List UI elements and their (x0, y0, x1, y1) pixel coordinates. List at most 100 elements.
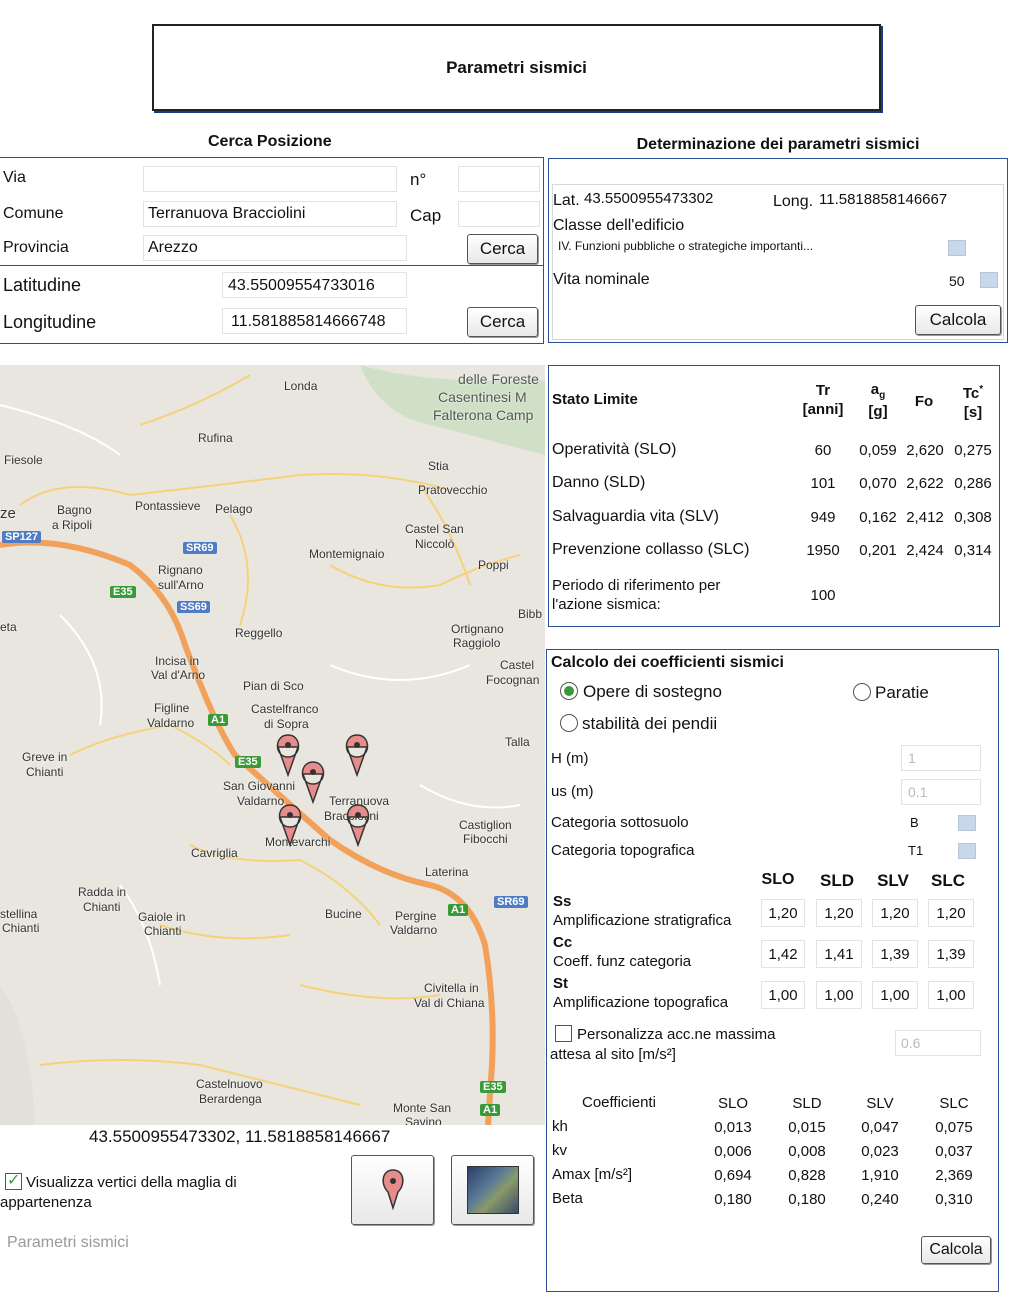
st-slo[interactable]: 1,00 (761, 981, 805, 1009)
ss-slo[interactable]: 1,20 (761, 899, 805, 927)
longitudine-value: 11.581885814666748 (231, 313, 386, 330)
vita-dropdown-arrow[interactable] (980, 272, 998, 288)
ss-slv[interactable]: 1,20 (872, 899, 918, 927)
us-label: us (m) (551, 783, 594, 800)
result-value: 0,037 (935, 1143, 973, 1160)
personalizza-checkbox[interactable] (555, 1025, 572, 1042)
vita-value[interactable]: 50 (949, 273, 965, 289)
result-header-sld: SLD (792, 1095, 822, 1112)
h-value: 1 (908, 750, 916, 766)
stato-label: Danno (SLD) (552, 474, 646, 491)
classe-dropdown-arrow[interactable] (948, 240, 966, 256)
tr-value: 101 (810, 475, 836, 492)
st-sld[interactable]: 1,00 (816, 981, 862, 1009)
ss-desc: Amplificazione stratigrafica (553, 912, 732, 929)
result-value: 0,075 (935, 1119, 973, 1136)
topografica-select[interactable]: T1 (908, 843, 923, 858)
vita-label: Vita nominale (553, 271, 650, 288)
page-title: Parametri sismici (446, 58, 587, 77)
result-value: 0,180 (788, 1191, 826, 1208)
result-value: 0,694 (714, 1167, 752, 1184)
fo-value: 2,424 (906, 542, 944, 559)
sottosuolo-label: Categoria sottosuolo (551, 814, 689, 831)
result-value: 0,008 (788, 1143, 826, 1160)
provincia-label: Provincia (3, 239, 69, 256)
fo-value: 2,620 (906, 442, 944, 459)
satellite-view-button[interactable] (451, 1155, 534, 1225)
coefficienti-header: Coefficienti (582, 1094, 656, 1111)
classe-label: Classe dell'edificio (553, 217, 685, 234)
ag-unit-header: [g] (868, 403, 888, 420)
tc-value: 0,308 (954, 509, 992, 526)
sottosuolo-select[interactable]: B (910, 815, 919, 830)
result-label: kv (552, 1142, 567, 1159)
latitudine-value: 43.55009554733016 (228, 277, 375, 294)
state-header-sld: SLD (820, 871, 854, 890)
lat-label: Lat. (553, 192, 580, 209)
cc-slv[interactable]: 1,39 (872, 940, 918, 968)
topografica-label: Categoria topografica (551, 842, 695, 859)
periodo-value: 100 (810, 587, 836, 604)
state-header-slo: SLO (761, 871, 795, 888)
visualizza-label: Visualizza vertici della maglia di (26, 1174, 237, 1191)
personalizza-value: 0.6 (901, 1035, 921, 1051)
topografica-dropdown-arrow[interactable] (958, 843, 976, 859)
cap-input[interactable] (458, 201, 540, 227)
result-header-slc: SLC (939, 1095, 969, 1112)
personalizza-label-2: attesa al sito [m/s²] (550, 1046, 676, 1063)
map-view[interactable]: Londa delle Foreste Casentinesi M Falter… (0, 365, 545, 1125)
via-input[interactable] (143, 166, 397, 192)
stato-label: Operatività (SLO) (552, 441, 677, 458)
stabilita-label: stabilità dei pendii (582, 714, 718, 733)
opere-radio[interactable] (560, 682, 578, 700)
visualizza-checkbox[interactable]: ✓ (5, 1172, 22, 1190)
ss-sld[interactable]: 1,20 (816, 899, 862, 927)
classe-select[interactable]: IV. Funzioni pubbliche o strategiche imp… (558, 239, 813, 253)
cc-slo[interactable]: 1,42 (761, 940, 805, 968)
result-value: 0,240 (861, 1191, 899, 1208)
ag-value: 0,070 (859, 475, 897, 492)
cerca-coords-button[interactable]: Cerca (467, 307, 538, 337)
calcola-parametri-button[interactable]: Calcola (915, 305, 1001, 335)
result-value: 0,015 (788, 1119, 826, 1136)
numero-input[interactable] (458, 166, 540, 192)
map-pin-icon (301, 761, 325, 805)
ag-value: 0,059 (859, 442, 897, 459)
result-value: 0,013 (714, 1119, 752, 1136)
tc-value: 0,286 (954, 475, 992, 492)
cc-sld[interactable]: 1,41 (816, 940, 862, 968)
map-pins-layer (276, 734, 370, 848)
tc-unit-header: [s] (963, 404, 983, 421)
map-coords-caption: 43.5500955473302, 11.5818858146667 (89, 1127, 391, 1146)
footer-link[interactable]: Parametri sismici (7, 1234, 129, 1252)
state-header-slc: SLC (931, 871, 965, 890)
tr-value: 1950 (806, 542, 840, 559)
result-value: 1,910 (861, 1167, 899, 1184)
cerca-button[interactable]: Cerca (467, 234, 538, 264)
lat-value: 43.5500955473302 (584, 190, 714, 207)
fo-header: Fo (914, 393, 934, 410)
tr-value: 949 (810, 509, 836, 526)
paratie-radio[interactable] (853, 683, 871, 701)
result-header-slo: SLO (717, 1095, 748, 1112)
result-label: Amax [m/s²] (552, 1166, 633, 1183)
state-header-slv: SLV (877, 871, 909, 890)
cerca-title: Cerca Posizione (208, 133, 332, 150)
pin-view-button[interactable] (351, 1155, 434, 1225)
sottosuolo-dropdown-arrow[interactable] (958, 815, 976, 831)
ss-slc[interactable]: 1,20 (928, 899, 974, 927)
provincia-value: Arezzo (148, 239, 198, 256)
fo-value: 2,622 (906, 475, 944, 492)
calcola-coefficienti-button[interactable]: Calcola (921, 1236, 991, 1264)
st-title: St (553, 975, 568, 992)
ag-value: 0,201 (859, 542, 897, 559)
st-slc[interactable]: 1,00 (928, 981, 974, 1009)
stabilita-radio[interactable] (560, 714, 578, 732)
cc-slc[interactable]: 1,39 (928, 940, 974, 968)
st-slv[interactable]: 1,00 (872, 981, 918, 1009)
cc-title: Cc (553, 934, 573, 951)
long-label: Long. (773, 193, 814, 210)
result-value: 0,023 (861, 1143, 899, 1160)
periodo-label: Periodo di riferimento per (552, 577, 721, 594)
periodo-label-2: l'azione sismica: (552, 596, 661, 613)
